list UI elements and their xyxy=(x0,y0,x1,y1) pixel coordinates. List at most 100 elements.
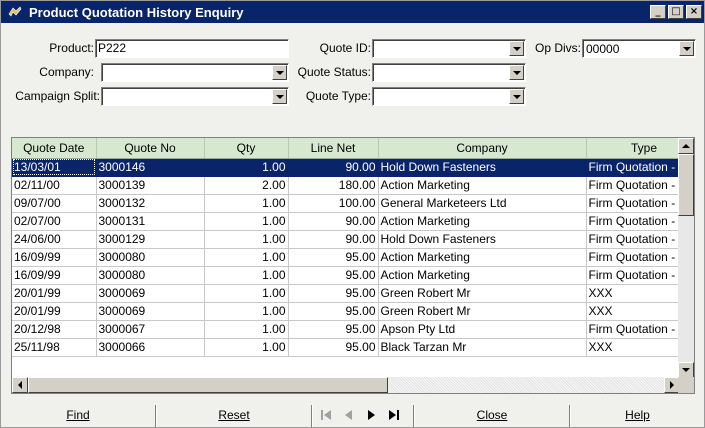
reset-button-label: Reset xyxy=(218,408,250,422)
table-cell: Apson Pty Ltd xyxy=(378,320,587,339)
table-cell: Green Robert Mr xyxy=(378,284,587,303)
maximize-icon[interactable]: □ xyxy=(668,5,684,19)
horizontal-scrollbar[interactable] xyxy=(12,377,680,393)
scroll-thumb[interactable] xyxy=(28,377,388,393)
column-header[interactable]: Type xyxy=(586,138,680,159)
table-cell: 1.00 xyxy=(204,284,289,303)
scroll-left-icon[interactable] xyxy=(12,377,28,393)
reset-button[interactable]: Reset xyxy=(157,403,311,427)
quote-id-label: Quote ID: xyxy=(319,41,371,55)
table-row[interactable]: 02/07/00 3000131 1.00 90.00 Action Marketing… xyxy=(12,212,680,231)
column-header[interactable]: Qty xyxy=(204,138,289,159)
table-cell: 95.00 xyxy=(288,248,379,267)
op-divs-dropdown[interactable]: 00000 xyxy=(582,39,696,58)
table-row[interactable]: 20/12/98 3000067 1.00 95.00 Apson Pty Ltd Fir… xyxy=(12,320,680,339)
table-cell: 16/09/99 xyxy=(12,248,97,267)
quotation-table: Quote Date Quote No Qty Line Net Company… xyxy=(12,138,680,357)
table-cell: 02/11/00 xyxy=(12,176,97,195)
table-cell: 1.00 xyxy=(204,230,289,249)
table-cell: Firm Quotation - Fax xyxy=(586,320,680,339)
table-cell: 24/06/00 xyxy=(12,230,97,249)
close-icon[interactable]: × xyxy=(686,5,702,19)
campaign-split-dropdown[interactable] xyxy=(101,87,289,106)
quote-type-dropdown[interactable] xyxy=(372,87,526,106)
product-label: Product: xyxy=(49,41,94,55)
table-cell: 09/07/00 xyxy=(12,194,97,213)
find-button[interactable]: Find xyxy=(1,403,155,427)
last-icon[interactable] xyxy=(385,405,403,425)
chevron-down-icon[interactable] xyxy=(272,89,287,104)
table-cell: 95.00 xyxy=(288,338,379,357)
table-row[interactable]: 02/11/00 3000139 2.00 180.00 Action Marketin… xyxy=(12,176,680,195)
quote-type-label: Quote Type: xyxy=(305,89,371,103)
table-header-row: Quote Date Quote No Qty Line Net Company… xyxy=(12,138,680,159)
table-cell: Firm Quotation - Fax xyxy=(586,248,680,267)
table-cell: XXX xyxy=(586,302,680,321)
table-cell: 1.00 xyxy=(204,338,289,357)
table-cell: 20/01/99 xyxy=(12,302,97,321)
column-header[interactable]: Company xyxy=(378,138,587,159)
next-icon[interactable] xyxy=(363,405,381,425)
table-cell: Firm Quotation - Fax xyxy=(586,230,680,249)
scroll-corner xyxy=(678,377,694,393)
column-header[interactable]: Quote Date xyxy=(12,138,97,159)
table-row[interactable]: 25/11/98 3000066 1.00 95.00 Black Tarzan Mr X… xyxy=(12,338,680,357)
chevron-down-icon[interactable] xyxy=(509,89,524,104)
table-cell: Hold Down Fasteners xyxy=(378,158,587,177)
table-cell: 16/09/99 xyxy=(12,266,97,285)
table-row[interactable]: 13/03/01 3000146 1.00 90.00 Hold Down Fasten… xyxy=(12,158,680,177)
table-cell: 95.00 xyxy=(288,284,379,303)
table-cell: 3000080 xyxy=(96,266,205,285)
prev-icon[interactable] xyxy=(339,405,357,425)
table-cell: 100.00 xyxy=(288,194,379,213)
table-cell: 90.00 xyxy=(288,158,379,177)
table-cell: 25/11/98 xyxy=(12,338,97,357)
scroll-thumb[interactable] xyxy=(678,154,694,216)
table-cell: 1.00 xyxy=(204,194,289,213)
title-bar[interactable]: Product Quotation History Enquiry _ □ × xyxy=(1,1,704,23)
help-button[interactable]: Help xyxy=(571,403,704,427)
find-button-label: Find xyxy=(66,408,90,422)
column-header[interactable]: Line Net xyxy=(288,138,379,159)
close-button[interactable]: Close xyxy=(415,403,569,427)
app-icon xyxy=(7,5,23,19)
table-row[interactable]: 16/09/99 3000080 1.00 95.00 Action Marketing… xyxy=(12,248,680,267)
table-row[interactable]: 20/01/99 3000069 1.00 95.00 Green Robert Mr X… xyxy=(12,302,680,321)
quote-id-dropdown[interactable] xyxy=(372,39,526,58)
table-cell: 1.00 xyxy=(204,320,289,339)
table-cell: 95.00 xyxy=(288,266,379,285)
table-cell: 02/07/00 xyxy=(12,212,97,231)
minimize-icon[interactable]: _ xyxy=(650,5,666,19)
table-cell: Action Marketing xyxy=(378,266,587,285)
table-cell: 3000069 xyxy=(96,284,205,303)
table-row[interactable]: 20/01/99 3000069 1.00 95.00 Green Robert Mr X… xyxy=(12,284,680,303)
table-row[interactable]: 24/06/00 3000129 1.00 90.00 Hold Down Fasten… xyxy=(12,230,680,249)
table-cell: Black Tarzan Mr xyxy=(378,338,587,357)
chevron-down-icon[interactable] xyxy=(272,65,287,80)
column-header[interactable]: Quote No xyxy=(96,138,205,159)
table-cell: 90.00 xyxy=(288,230,379,249)
table-cell: 3000139 xyxy=(96,176,205,195)
table-row[interactable]: 09/07/00 3000132 1.00 100.00 General Markete… xyxy=(12,194,680,213)
table-row[interactable]: 16/09/99 3000080 1.00 95.00 Action Marketing… xyxy=(12,266,680,285)
table-cell: Action Marketing xyxy=(378,248,587,267)
quotation-grid[interactable]: Quote Date Quote No Qty Line Net Company… xyxy=(11,137,695,394)
table-cell: Hold Down Fasteners xyxy=(378,230,587,249)
table-cell: 1.00 xyxy=(204,212,289,231)
first-icon[interactable] xyxy=(317,405,335,425)
vertical-scrollbar[interactable] xyxy=(678,138,694,378)
window-title: Product Quotation History Enquiry xyxy=(29,4,244,20)
quote-status-dropdown[interactable] xyxy=(372,63,526,82)
scroll-down-icon[interactable] xyxy=(678,362,694,378)
chevron-down-icon[interactable] xyxy=(509,41,524,56)
scroll-up-icon[interactable] xyxy=(678,138,694,154)
campaign-split-label: Campaign Split: xyxy=(15,89,100,103)
table-cell: 1.00 xyxy=(204,302,289,321)
chevron-down-icon[interactable] xyxy=(509,65,524,80)
product-input[interactable]: P222 xyxy=(95,39,289,58)
table-cell: 13/03/01 xyxy=(12,158,97,177)
company-dropdown[interactable] xyxy=(101,63,289,82)
table-cell: Firm Quotation - Fax xyxy=(586,158,680,177)
chevron-down-icon[interactable] xyxy=(679,41,694,56)
table-cell: Action Marketing xyxy=(378,176,587,195)
